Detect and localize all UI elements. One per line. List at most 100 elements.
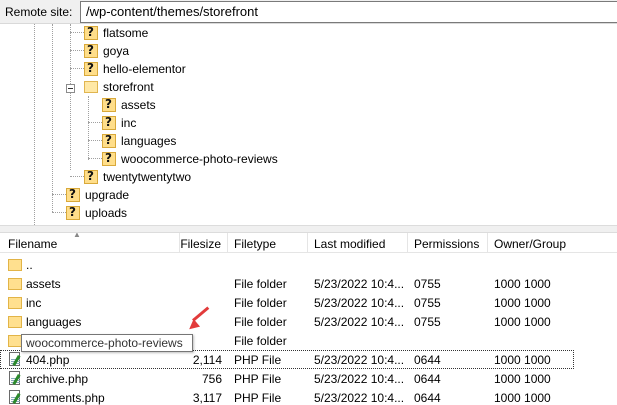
- file-type: PHP File: [234, 353, 282, 367]
- column-header-owner-group[interactable]: Owner/Group: [488, 233, 617, 253]
- folder-icon: [8, 314, 22, 328]
- tree-item-goya[interactable]: ? goya: [84, 42, 129, 60]
- folder-icon: [8, 257, 22, 271]
- column-header-filesize[interactable]: Filesize: [180, 233, 228, 253]
- question-folder-icon: ?: [84, 43, 98, 58]
- file-modified: 5/23/2022 10:4...: [314, 372, 405, 386]
- remote-directory-tree[interactable]: ? flatsome ? goya ? hello-elementor stor…: [0, 24, 617, 225]
- file-permissions: 0755: [414, 315, 441, 329]
- file-owner: 1000 1000: [494, 296, 551, 310]
- tree-connector: [70, 24, 71, 170]
- tree-item-uploads[interactable]: ? uploads: [66, 204, 127, 222]
- tree-connector: [88, 122, 102, 123]
- folder-icon: [8, 295, 22, 309]
- tree-connector: [88, 140, 102, 141]
- tree-item-label: woocommerce-photo-reviews: [121, 152, 278, 166]
- tree-item-storefront[interactable]: storefront: [84, 78, 154, 96]
- tree-connector: [34, 24, 35, 225]
- file-name: ..: [26, 258, 33, 272]
- file-modified: 5/23/2022 10:4...: [314, 296, 405, 310]
- tree-item-label: inc: [121, 116, 137, 130]
- tree-item-label: uploads: [85, 206, 128, 220]
- question-folder-icon: ?: [84, 25, 98, 40]
- tree-item-inc[interactable]: ? inc: [102, 114, 136, 132]
- tree-connector: [70, 176, 84, 177]
- file-name: languages: [26, 315, 82, 329]
- file-type: File folder: [234, 296, 287, 310]
- tree-item-label: goya: [103, 44, 130, 58]
- tree-item-label: upgrade: [85, 188, 130, 202]
- remote-site-label: Remote site:: [5, 5, 73, 19]
- file-row[interactable]: archive.php 756 PHP File 5/23/2022 10:4.…: [0, 369, 617, 388]
- file-permissions: 0644: [414, 391, 441, 405]
- tree-connector: [88, 158, 102, 159]
- tree-item-hello-elementor[interactable]: ? hello-elementor: [84, 60, 186, 78]
- folder-icon: [8, 333, 22, 347]
- tree-item-flatsome[interactable]: ? flatsome: [84, 24, 148, 42]
- sort-ascending-icon: ▲: [73, 233, 81, 239]
- file-name: comments.php: [26, 391, 105, 405]
- php-file-icon: [8, 352, 22, 367]
- tree-item-languages[interactable]: ? languages: [102, 132, 176, 150]
- file-modified: 5/23/2022 10:4...: [314, 391, 405, 405]
- tree-item-label: storefront: [103, 80, 154, 94]
- file-permissions: 0644: [414, 372, 441, 386]
- file-modified: 5/23/2022 10:4...: [314, 277, 405, 291]
- file-row-parent-directory[interactable]: ..: [0, 255, 617, 274]
- column-header-label: Filename: [8, 237, 58, 251]
- php-file-icon: [8, 390, 22, 405]
- tree-connector: [70, 68, 84, 69]
- column-header-label: Last modified: [314, 237, 386, 251]
- file-size: 3,117: [192, 391, 222, 405]
- ftp-remote-pane: Remote site: /wp-content/themes/storefro…: [0, 0, 617, 405]
- file-name: 404.php: [26, 353, 70, 367]
- question-folder-icon: ?: [102, 115, 116, 130]
- file-owner: 1000 1000: [494, 315, 551, 329]
- tree-connector: [52, 24, 53, 212]
- tree-item-assets[interactable]: ? assets: [102, 96, 156, 114]
- file-row[interactable]: languages File folder 5/23/2022 10:4... …: [0, 312, 617, 331]
- file-name: inc: [26, 296, 42, 310]
- file-owner: 1000 1000: [494, 391, 551, 405]
- tree-connector: [52, 212, 66, 213]
- tree-item-label: assets: [121, 98, 156, 112]
- file-row[interactable]: assets File folder 5/23/2022 10:4... 075…: [0, 274, 617, 293]
- file-type: PHP File: [234, 372, 282, 386]
- tree-item-upgrade[interactable]: ? upgrade: [66, 186, 129, 204]
- column-header-label: Filesize: [180, 237, 221, 251]
- remote-site-path-input[interactable]: /wp-content/themes/storefront: [80, 1, 617, 23]
- remote-file-list[interactable]: ▲ Filename Filesize Filetype Last modifi…: [0, 233, 617, 405]
- file-row-focused[interactable]: 404.php 2,114 PHP File 5/23/2022 10:4...…: [0, 350, 574, 369]
- file-modified: 5/23/2022 10:4...: [314, 353, 405, 367]
- column-header-filetype[interactable]: Filetype: [228, 233, 308, 253]
- question-folder-icon: ?: [66, 205, 80, 220]
- file-permissions: 0755: [414, 277, 441, 291]
- file-name: assets: [26, 277, 61, 291]
- pane-splitter[interactable]: [0, 225, 617, 233]
- file-type: File folder: [234, 334, 287, 348]
- filename-tooltip: woocommerce-photo-reviews: [21, 334, 193, 352]
- open-folder-icon: [84, 80, 98, 94]
- file-type: File folder: [234, 315, 287, 329]
- question-folder-icon: ?: [84, 169, 98, 184]
- tree-connector: [52, 194, 66, 195]
- question-folder-icon: ?: [84, 61, 98, 76]
- php-file-icon: [8, 371, 22, 386]
- tree-item-twentytwentytwo[interactable]: ? twentytwentytwo: [84, 168, 191, 186]
- file-size: 2,114: [192, 353, 222, 367]
- question-folder-icon: ?: [102, 97, 116, 112]
- file-row[interactable]: inc File folder 5/23/2022 10:4... 0755 1…: [0, 293, 617, 312]
- tree-connector: [88, 96, 89, 160]
- file-row[interactable]: comments.php 3,117 PHP File 5/23/2022 10…: [0, 388, 617, 405]
- column-header-last-modified[interactable]: Last modified: [308, 233, 408, 253]
- tree-item-woocommerce-photo-reviews[interactable]: ? woocommerce-photo-reviews: [102, 150, 278, 168]
- column-header-label: Filetype: [234, 237, 277, 251]
- column-header-permissions[interactable]: Permissions: [408, 233, 488, 253]
- column-header-label: Permissions: [414, 237, 480, 251]
- question-folder-icon: ?: [102, 133, 116, 148]
- file-owner: 1000 1000: [494, 277, 551, 291]
- tree-item-label: languages: [121, 134, 177, 148]
- file-owner: 1000 1000: [494, 372, 551, 386]
- column-header-filename[interactable]: ▲ Filename: [0, 233, 180, 253]
- collapse-toggle-icon[interactable]: [66, 84, 75, 93]
